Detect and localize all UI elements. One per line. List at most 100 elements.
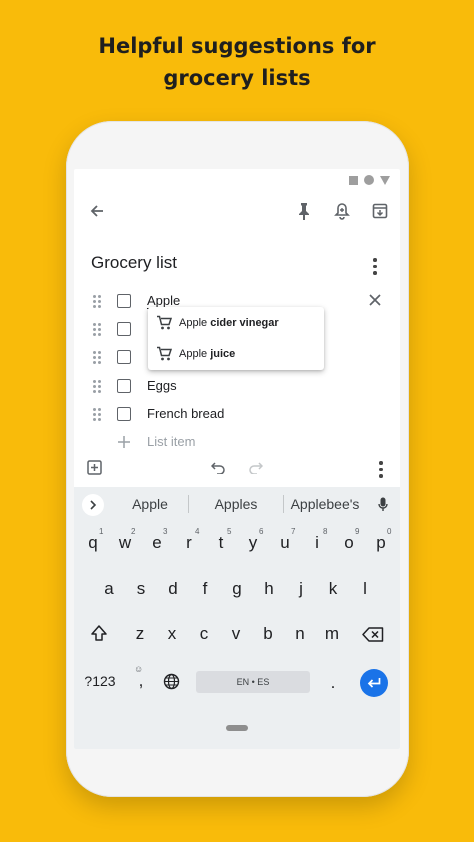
key-p[interactable]: p <box>370 533 392 553</box>
promo-headline: Helpful suggestions for grocery lists <box>0 30 474 94</box>
close-icon[interactable] <box>368 293 382 312</box>
key-s[interactable]: s <box>130 579 152 599</box>
drag-handle-icon[interactable] <box>93 408 103 421</box>
shift-icon[interactable] <box>90 624 108 647</box>
key-o[interactable]: o <box>338 533 360 553</box>
key-hint: 5 <box>227 527 232 536</box>
expand-chevron-icon[interactable] <box>82 494 104 516</box>
add-box-icon[interactable] <box>87 460 102 480</box>
pin-icon[interactable] <box>292 199 316 223</box>
drag-handle-icon[interactable] <box>93 323 103 336</box>
period-key[interactable]: . <box>322 673 344 693</box>
backspace-icon[interactable] <box>362 627 384 647</box>
suggestion-prefix: Apple <box>179 316 211 329</box>
plus-icon <box>118 435 130 453</box>
suggestion-divider <box>188 495 189 513</box>
list-item[interactable]: French bread <box>74 400 400 428</box>
reminder-bell-icon[interactable] <box>330 199 354 223</box>
suggestion-completion: juice <box>210 347 236 360</box>
item-text[interactable]: Eggs <box>147 378 177 393</box>
key-hint: 0 <box>387 527 392 536</box>
key-i[interactable]: i <box>306 533 328 553</box>
keyboard-suggestion-bar: Apple Apples Applebee's <box>74 487 400 521</box>
item-checkbox[interactable] <box>117 294 131 308</box>
comma-key[interactable]: , <box>130 671 152 691</box>
more-icon[interactable] <box>379 461 383 478</box>
item-checkbox[interactable] <box>117 322 131 336</box>
key-k[interactable]: k <box>322 579 344 599</box>
key-hint: 8 <box>323 527 328 536</box>
circle-icon <box>364 175 374 185</box>
item-text[interactable]: French bread <box>147 406 224 421</box>
key-hint: 3 <box>163 527 168 536</box>
key-hint: 4 <box>195 527 200 536</box>
add-item-placeholder: List item <box>147 434 196 449</box>
key-hint: 6 <box>259 527 264 536</box>
triangle-icon <box>380 175 390 185</box>
suggestion-divider <box>283 495 284 513</box>
key-hint: 9 <box>355 527 360 536</box>
key-a[interactable]: a <box>98 579 120 599</box>
autocomplete-popup: Apple cider vinegar Apple juice <box>148 307 324 370</box>
key-y[interactable]: y <box>242 533 264 553</box>
keyboard: Apple Apples Applebee's q w e r t y u i … <box>74 487 400 749</box>
globe-icon[interactable] <box>163 673 180 695</box>
key-m[interactable]: m <box>321 624 343 644</box>
item-checkbox[interactable] <box>117 379 131 393</box>
note-more-icon[interactable] <box>373 258 377 275</box>
drag-handle-icon[interactable] <box>93 351 103 364</box>
undo-icon[interactable] <box>210 461 226 479</box>
key-l[interactable]: l <box>354 579 376 599</box>
headline-line-2: grocery lists <box>163 66 311 90</box>
headline-line-1: Helpful suggestions for <box>98 34 376 58</box>
cart-icon <box>157 346 172 360</box>
key-f[interactable]: f <box>194 579 216 599</box>
key-j[interactable]: j <box>290 579 312 599</box>
key-v[interactable]: v <box>225 624 247 644</box>
key-w[interactable]: w <box>114 533 136 553</box>
status-bar <box>349 175 390 185</box>
key-hint: 1 <box>99 527 104 536</box>
drag-handle-icon[interactable] <box>93 295 103 308</box>
key-r[interactable]: r <box>178 533 200 553</box>
list-item[interactable]: Eggs <box>74 372 400 400</box>
add-list-item[interactable]: List item <box>74 428 400 456</box>
symbols-key[interactable]: ?123 <box>82 673 118 689</box>
note-title[interactable]: Grocery list <box>91 253 177 273</box>
key-g[interactable]: g <box>226 579 248 599</box>
return-arrow-icon <box>367 678 381 688</box>
space-bar[interactable]: EN • ES <box>196 671 310 693</box>
app-screen: Grocery list Apple Eggs French bread Lis… <box>74 169 400 749</box>
redo-icon[interactable] <box>248 461 264 479</box>
key-hint: 7 <box>291 527 296 536</box>
cart-icon <box>157 315 172 329</box>
keyboard-suggestion[interactable]: Apple <box>114 496 186 512</box>
item-checkbox[interactable] <box>117 407 131 421</box>
microphone-icon[interactable] <box>378 497 388 517</box>
key-c[interactable]: c <box>193 624 215 644</box>
suggestion-completion: cider vinegar <box>210 316 279 329</box>
key-n[interactable]: n <box>289 624 311 644</box>
key-u[interactable]: u <box>274 533 296 553</box>
key-d[interactable]: d <box>162 579 184 599</box>
item-checkbox[interactable] <box>117 350 131 364</box>
keyboard-suggestion[interactable]: Applebee's <box>288 496 362 512</box>
key-z[interactable]: z <box>129 624 151 644</box>
archive-icon[interactable] <box>368 199 392 223</box>
enter-key[interactable] <box>360 669 388 697</box>
drag-handle-icon[interactable] <box>93 380 103 393</box>
key-hint: 2 <box>131 527 136 536</box>
key-x[interactable]: x <box>161 624 183 644</box>
keyboard-suggestion[interactable]: Apples <box>198 496 274 512</box>
home-indicator[interactable] <box>226 725 248 731</box>
key-t[interactable]: t <box>210 533 232 553</box>
autocomplete-suggestion[interactable]: Apple cider vinegar <box>148 307 324 338</box>
autocomplete-suggestion[interactable]: Apple juice <box>148 338 324 369</box>
key-b[interactable]: b <box>257 624 279 644</box>
back-arrow-icon[interactable] <box>85 199 109 223</box>
key-e[interactable]: e <box>146 533 168 553</box>
suggestion-prefix: Apple <box>179 347 211 360</box>
square-icon <box>349 175 358 185</box>
key-q[interactable]: q <box>82 533 104 553</box>
key-h[interactable]: h <box>258 579 280 599</box>
